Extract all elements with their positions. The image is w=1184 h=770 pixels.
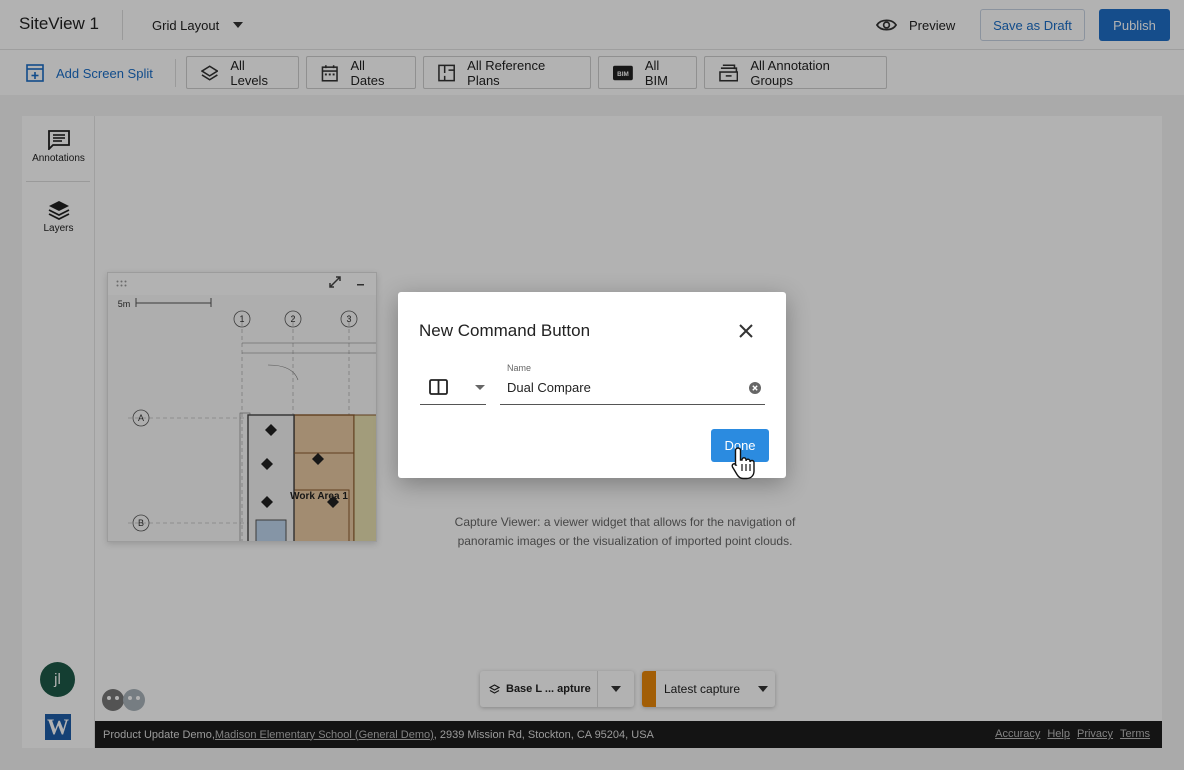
close-icon[interactable] [736, 321, 756, 341]
clear-icon[interactable] [749, 382, 761, 394]
name-input[interactable] [507, 380, 737, 395]
chevron-down-icon [475, 385, 485, 390]
icon-select[interactable] [420, 372, 486, 405]
dialog-title: New Command Button [419, 321, 591, 340]
split-view-icon [429, 379, 448, 395]
hand-cursor-icon [731, 447, 755, 480]
name-field[interactable]: Name [500, 360, 765, 405]
name-label: Name [507, 363, 532, 373]
new-command-button-dialog: New Command Button Name Done [398, 292, 786, 478]
